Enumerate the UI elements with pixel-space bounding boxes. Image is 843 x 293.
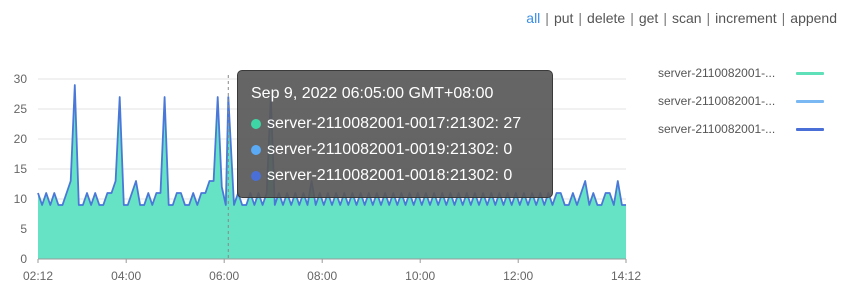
y-tick-label: 0 [20,252,27,266]
y-tick-label: 30 [14,72,28,86]
x-tick-label: 14:12 [611,269,641,283]
x-tick-label: 06:00 [209,269,239,283]
tooltip-series-dot [251,119,261,129]
tooltip-row-text: server-2110082001-0017:21302: 27 [267,115,522,132]
y-tick-label: 25 [14,102,28,116]
x-tick-label: 08:00 [307,269,337,283]
legend-item[interactable]: server-2110082001-... [658,66,824,94]
legend-item[interactable]: server-2110082001-... [658,94,824,122]
legend: server-2110082001-... server-2110082001-.… [658,66,824,150]
y-tick-label: 15 [14,162,28,176]
y-tick-label: 10 [14,192,28,206]
tooltip-row: server-2110082001-0018:21302: 0 [251,163,552,189]
tooltip-timestamp: Sep 9, 2022 06:05:00 GMT+08:00 [251,85,494,102]
tooltip-row-text: server-2110082001-0018:21302: 0 [267,167,513,184]
tooltip-row-text: server-2110082001-0019:21302: 0 [267,141,513,158]
tooltip-row: server-2110082001-0017:21302: 27 [251,111,552,137]
legend-label: server-2110082001-... [658,66,776,80]
legend-swatch [796,100,824,103]
y-tick-label: 20 [14,132,28,146]
x-tick-label: 10:00 [405,269,435,283]
x-tick-label: 12:00 [503,269,533,283]
tooltip-series-dot [251,145,261,155]
x-tick-label: 02:12 [23,269,53,283]
tooltip-series-dot [251,171,261,181]
legend-label: server-2110082001-... [658,94,776,108]
tooltip-row: server-2110082001-0019:21302: 0 [251,137,552,163]
x-tick-label: 04:00 [111,269,141,283]
y-tick-label: 5 [20,222,27,236]
legend-swatch [796,72,824,75]
legend-item[interactable]: server-2110082001-... [658,122,824,150]
chart-tooltip: Sep 9, 2022 06:05:00 GMT+08:00 server-21… [237,70,553,198]
legend-label: server-2110082001-... [658,122,776,136]
legend-swatch [796,128,824,131]
